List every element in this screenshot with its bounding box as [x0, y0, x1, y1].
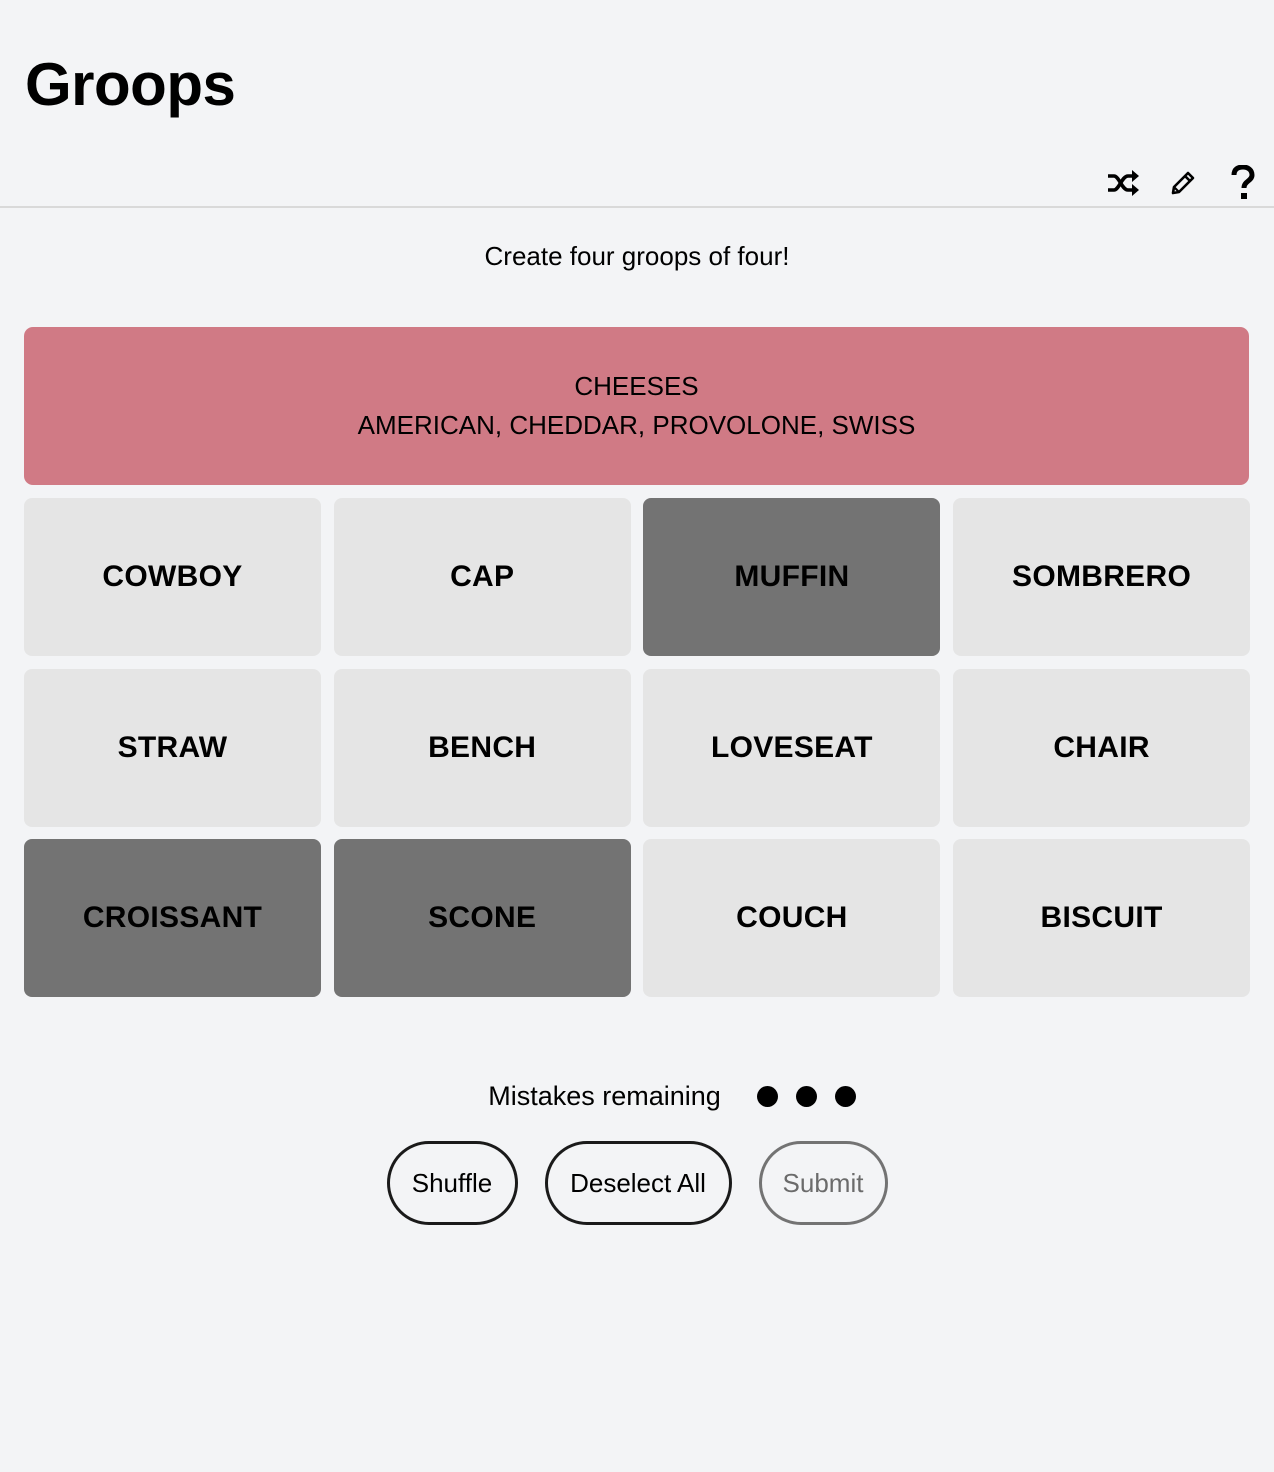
shuffle-icon[interactable]	[1106, 166, 1140, 200]
word-tile[interactable]: SCONE	[333, 839, 631, 997]
word-tile[interactable]: COWBOY	[24, 498, 321, 656]
word-grid: COWBOY CAP MUFFIN SOMBRERO STRAW BENCH L…	[24, 498, 1251, 997]
instructions-text: Create four groops of four!	[484, 241, 790, 271]
header: Groops	[0, 0, 1274, 208]
solved-group-category: CHEESES	[574, 371, 699, 401]
word-tile[interactable]: SOMBRERO	[953, 498, 1251, 656]
shuffle-button[interactable]: Shuffle	[386, 1141, 518, 1225]
solved-group-members: AMERICAN, CHEDDAR, PROVOLONE, SWISS	[357, 410, 916, 440]
submit-button[interactable]: Submit	[758, 1141, 888, 1225]
mistakes-label: Mistakes remaining	[488, 1081, 721, 1111]
solved-group: CHEESES AMERICAN, CHEDDAR, PROVOLONE, SW…	[24, 327, 1249, 485]
mistake-dot	[756, 1085, 778, 1107]
word-tile[interactable]: COUCH	[643, 839, 941, 997]
word-tile[interactable]: LOVESEAT	[643, 668, 941, 827]
word-tile[interactable]: STRAW	[24, 668, 321, 827]
word-tile[interactable]: CHAIR	[953, 668, 1251, 827]
header-toolbar	[1106, 165, 1260, 200]
mistakes-remaining: Mistakes remaining	[0, 1076, 1274, 1116]
mistake-dots	[756, 1085, 856, 1107]
word-tile[interactable]: MUFFIN	[643, 498, 941, 656]
deselect-all-button[interactable]: Deselect All	[544, 1141, 732, 1225]
help-icon[interactable]	[1226, 165, 1260, 200]
word-tile[interactable]: CROISSANT	[24, 839, 321, 997]
mistake-dot	[834, 1085, 856, 1107]
word-tile[interactable]: CAP	[333, 498, 631, 656]
pencil-icon[interactable]	[1166, 166, 1200, 200]
page-title: Groops	[25, 51, 236, 118]
word-tile[interactable]: BISCUIT	[953, 839, 1251, 997]
mistake-dot	[795, 1085, 817, 1107]
word-tile[interactable]: BENCH	[333, 668, 631, 827]
action-bar: Shuffle Deselect All Submit	[0, 1141, 1274, 1225]
